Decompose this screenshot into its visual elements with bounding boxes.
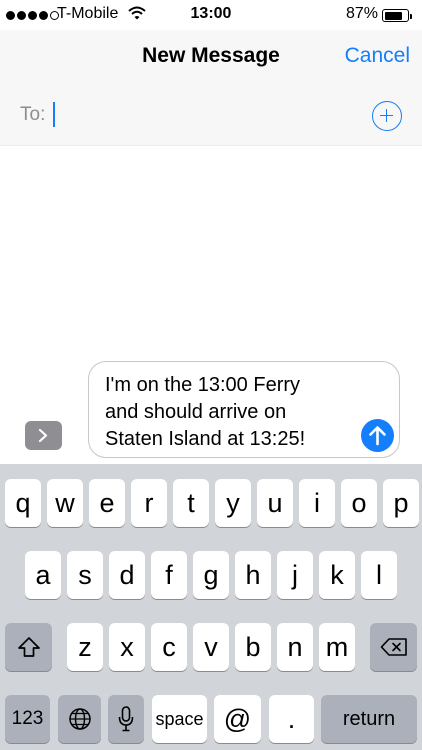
expand-button[interactable] [25, 421, 62, 450]
key-a[interactable]: a [25, 551, 61, 599]
numbers-key[interactable]: 123 [5, 695, 50, 743]
key-f[interactable]: f [151, 551, 187, 599]
status-bar: T-Mobile 13:00 87% [0, 0, 422, 30]
space-key[interactable]: space [152, 695, 207, 743]
globe-icon [68, 708, 91, 730]
return-key[interactable]: return [321, 695, 417, 743]
shift-key[interactable] [5, 623, 52, 671]
microphone-icon [118, 706, 134, 732]
key-k[interactable]: k [319, 551, 355, 599]
recipient-row: To: [0, 82, 422, 146]
expand-icon [38, 429, 48, 442]
key-r[interactable]: r [131, 479, 167, 527]
delete-key[interactable] [370, 623, 417, 671]
key-i[interactable]: i [299, 479, 335, 527]
key-p[interactable]: p [383, 479, 419, 527]
cancel-button[interactable]: Cancel [345, 44, 410, 68]
key-g[interactable]: g [193, 551, 229, 599]
key-y[interactable]: y [215, 479, 251, 527]
key-l[interactable]: l [361, 551, 397, 599]
key-b[interactable]: b [235, 623, 271, 671]
period-key[interactable]: . [269, 695, 314, 743]
send-arrow-icon [369, 426, 386, 446]
recipient-input[interactable] [53, 102, 55, 127]
at-key[interactable]: @ [214, 695, 261, 743]
send-button[interactable] [361, 419, 394, 452]
add-contact-icon[interactable] [372, 101, 402, 131]
key-h[interactable]: h [235, 551, 271, 599]
key-z[interactable]: z [67, 623, 103, 671]
shift-icon [17, 637, 40, 657]
key-c[interactable]: c [151, 623, 187, 671]
key-u[interactable]: u [257, 479, 293, 527]
key-m[interactable]: m [319, 623, 355, 671]
battery-icon [382, 9, 412, 22]
message-input[interactable]: I'm on the 13:00 Ferry and should arrive… [88, 361, 400, 458]
to-label: To: [20, 104, 46, 125]
key-d[interactable]: d [109, 551, 145, 599]
key-t[interactable]: t [173, 479, 209, 527]
key-w[interactable]: w [47, 479, 83, 527]
keyboard: q w e r t y u i o p a s d f g h j k l z … [0, 464, 422, 750]
battery-percent: 87% [346, 5, 379, 22]
key-x[interactable]: x [109, 623, 145, 671]
key-s[interactable]: s [67, 551, 103, 599]
microphone-key[interactable] [108, 695, 144, 743]
message-text: I'm on the 13:00 Ferry and should arrive… [105, 374, 306, 450]
navigation-bar: New Message Cancel [0, 30, 422, 82]
key-v[interactable]: v [193, 623, 229, 671]
globe-key[interactable] [58, 695, 101, 743]
key-q[interactable]: q [5, 479, 41, 527]
key-e[interactable]: e [89, 479, 125, 527]
key-o[interactable]: o [341, 479, 377, 527]
key-j[interactable]: j [277, 551, 313, 599]
key-n[interactable]: n [277, 623, 313, 671]
delete-icon [380, 638, 407, 656]
